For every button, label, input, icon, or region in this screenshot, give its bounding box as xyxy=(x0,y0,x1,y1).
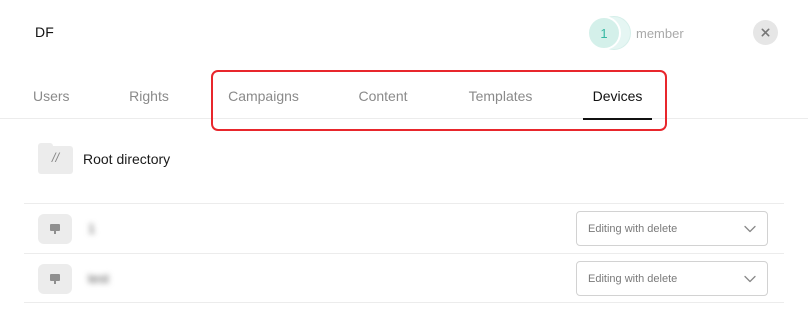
chevron-down-icon xyxy=(744,275,756,283)
device-icon xyxy=(38,264,72,294)
member-count-badge[interactable]: 1 member xyxy=(587,16,684,50)
tab-devices[interactable]: Devices xyxy=(583,70,652,120)
folder-icon: // xyxy=(38,143,73,174)
device-icon xyxy=(38,214,72,244)
tab-content[interactable]: Content xyxy=(358,70,408,119)
close-icon xyxy=(761,28,770,37)
member-avatar: 1 xyxy=(587,16,631,50)
tab-campaigns[interactable]: Campaigns xyxy=(228,70,299,119)
tab-users[interactable]: Users xyxy=(33,70,70,119)
close-button[interactable] xyxy=(753,20,778,45)
tab-templates[interactable]: Templates xyxy=(467,70,534,119)
root-directory-label: Root directory xyxy=(83,150,171,167)
member-count: 1 xyxy=(587,16,621,50)
group-name: DF xyxy=(35,24,55,40)
device-name: test xyxy=(88,271,109,286)
permission-value: Editing with delete xyxy=(588,223,678,235)
device-row: 1 Editing with delete xyxy=(24,203,784,253)
chevron-down-icon xyxy=(744,225,756,233)
tab-bar: Users Rights Campaigns Content Templates… xyxy=(0,70,808,120)
device-row: test Editing with delete xyxy=(24,253,784,303)
permission-select[interactable]: Editing with delete xyxy=(576,211,768,246)
member-label: member xyxy=(636,25,684,41)
device-name: 1 xyxy=(88,221,96,236)
root-directory[interactable]: // Root directory xyxy=(38,143,170,174)
permission-value: Editing with delete xyxy=(588,273,678,285)
permission-select[interactable]: Editing with delete xyxy=(576,261,768,296)
tab-rights[interactable]: Rights xyxy=(129,70,169,119)
device-list: 1 Editing with delete test Editing with … xyxy=(24,203,784,303)
